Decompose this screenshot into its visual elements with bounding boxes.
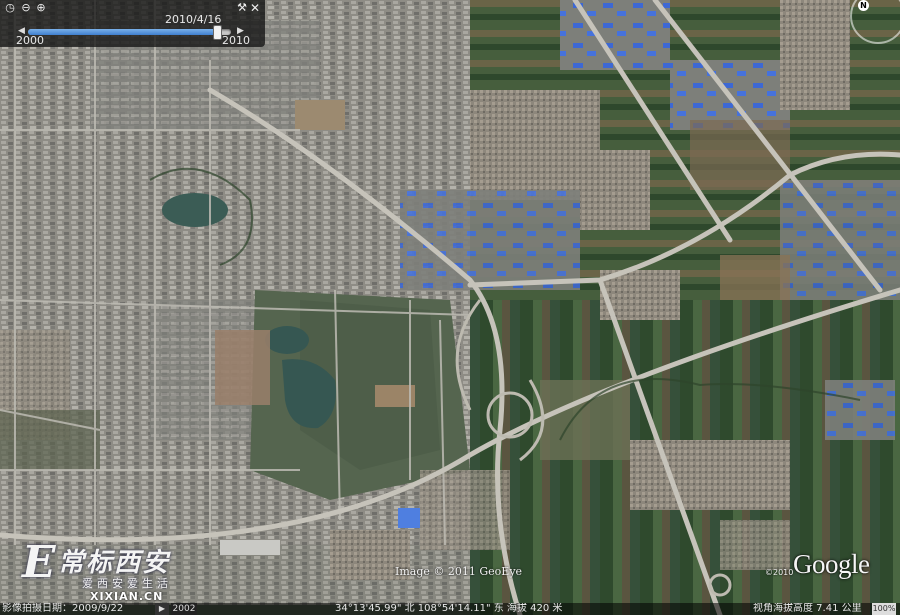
status-bar: 影像拍摄日期：2009/9/22 34°13'45.99" 北 108°54'1…	[0, 603, 900, 615]
imagery-year-box: 2002	[171, 603, 197, 615]
current-date-label: 2010/4/16	[165, 13, 222, 26]
cursor-coordinates: 34°13'45.99" 北 108°54'14.11" 东 海拔 420 米	[335, 603, 563, 614]
site-logo-slogan: 爱西安爱生活	[82, 577, 172, 590]
close-icon[interactable]: ✕	[250, 1, 260, 15]
clock-icon[interactable]: ◷	[4, 2, 16, 14]
site-logo-url: XIXIAN.CN	[90, 590, 164, 603]
satellite-map[interactable]	[0, 0, 900, 615]
time-slider-fill	[28, 29, 217, 35]
google-logo: Google	[793, 549, 870, 579]
google-copyright-year: ©2010	[765, 568, 794, 577]
site-logo-name: 常标西安	[58, 548, 171, 578]
streaming-progress: 100%	[872, 603, 896, 615]
imagery-copyright: Image © 2011 GeoEye	[395, 565, 523, 578]
compass-north-label[interactable]: N	[858, 0, 869, 11]
time-slider-track[interactable]	[28, 29, 231, 35]
site-logo-letter: E	[22, 537, 56, 588]
eye-altitude: 视角海拔高度 7.41 公里	[753, 603, 862, 614]
time-slider-handle[interactable]	[212, 25, 222, 40]
zoom-out-icon[interactable]: ⊖	[20, 2, 32, 14]
end-year-label: 2010	[222, 34, 250, 47]
zoom-in-icon[interactable]: ⊕	[35, 2, 47, 14]
wrench-icon[interactable]: ⚒	[236, 2, 248, 14]
start-year-label: 2000	[16, 34, 44, 47]
historical-imagery-panel: ◷ ⊖ ⊕ ⚒ ✕ 2010/4/16 ◀ ▶ 2000 2010	[0, 0, 265, 47]
play-tour-icon[interactable]: ▶	[155, 603, 169, 615]
capture-date: 影像拍摄日期：2009/9/22	[2, 603, 124, 614]
